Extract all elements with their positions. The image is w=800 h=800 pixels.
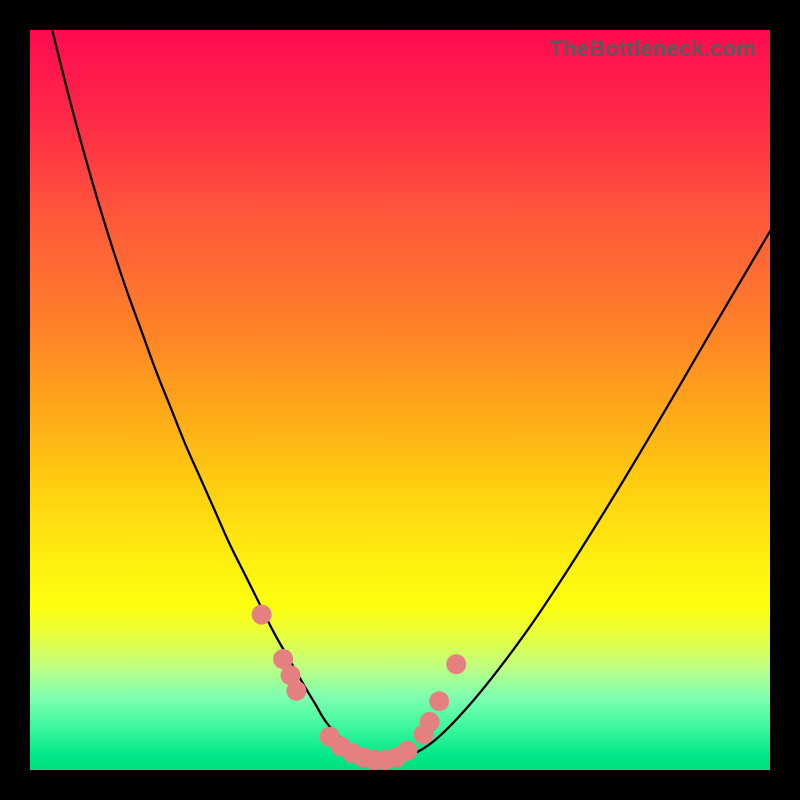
chart-frame: TheBottleneck.com [30, 30, 770, 770]
curve-marker [252, 605, 272, 625]
curve-marker [420, 712, 440, 732]
curve-marker [397, 741, 417, 761]
bottleneck-curve [52, 30, 770, 761]
curve-marker [446, 654, 466, 674]
chart-overlay [30, 30, 770, 770]
curve-marker [286, 681, 306, 701]
curve-marker [429, 691, 449, 711]
marker-group [252, 605, 467, 770]
